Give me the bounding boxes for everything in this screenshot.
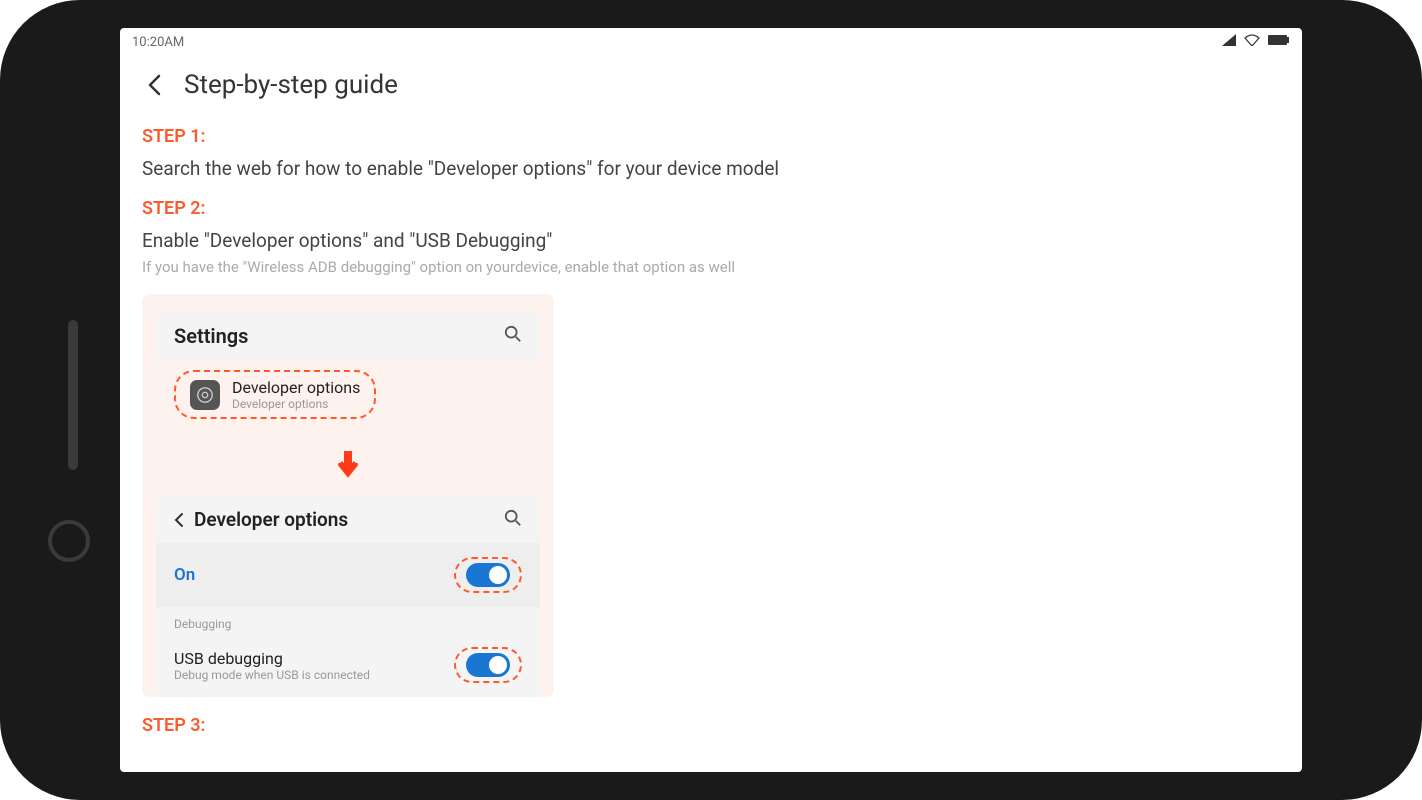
signal-icon bbox=[1222, 34, 1236, 50]
highlight-box bbox=[454, 647, 522, 683]
step2-illustration: Settings Developer options Dev bbox=[142, 294, 554, 697]
page-header: Step-by-step guide bbox=[120, 56, 1302, 118]
device-home-button bbox=[48, 520, 90, 562]
row-text: USB debugging Debug mode when USB is con… bbox=[174, 649, 370, 682]
usb-debugging-row: USB debugging Debug mode when USB is con… bbox=[156, 637, 540, 697]
wifi-icon bbox=[1244, 34, 1260, 50]
step1-label: STEP 1: bbox=[142, 126, 1280, 147]
step1-text: Search the web for how to enable "Develo… bbox=[142, 157, 1280, 180]
dev-options-panel: Developer options On Debugging bbox=[156, 496, 540, 697]
settings-header: Settings bbox=[156, 312, 540, 360]
step2-subtext: If you have the "Wireless ADB debugging"… bbox=[142, 258, 1280, 276]
battery-icon bbox=[1268, 34, 1290, 50]
search-icon bbox=[504, 325, 522, 347]
step2-text: Enable "Developer options" and "USB Debu… bbox=[142, 229, 1280, 252]
developer-options-row: Developer options Developer options bbox=[156, 360, 540, 429]
row-text: Developer options Developer options bbox=[232, 378, 360, 411]
toggle-switch bbox=[466, 563, 510, 587]
debugging-section-label: Debugging bbox=[156, 607, 540, 637]
chevron-left-icon bbox=[174, 512, 184, 528]
highlight-box: Developer options Developer options bbox=[174, 370, 376, 419]
dev-options-title-bar: Developer options bbox=[174, 508, 348, 531]
search-icon bbox=[504, 509, 522, 531]
chevron-left-icon bbox=[147, 74, 161, 96]
settings-panel: Settings Developer options Dev bbox=[156, 312, 540, 429]
gear-icon bbox=[190, 380, 220, 410]
dev-screen-title: Developer options bbox=[194, 508, 348, 531]
arrow-down-icon bbox=[142, 443, 554, 496]
content-area[interactable]: STEP 1: Search the web for how to enable… bbox=[120, 118, 1302, 772]
usb-debugging-title: USB debugging bbox=[174, 649, 370, 668]
device-screen: 10:20AM Step-by-step guide STEP 1: bbox=[120, 28, 1302, 772]
on-toggle-row: On bbox=[156, 543, 540, 607]
on-label: On bbox=[174, 565, 195, 585]
dev-options-subtitle: Developer options bbox=[232, 397, 360, 411]
dev-options-title: Developer options bbox=[232, 378, 360, 397]
status-icons bbox=[1222, 34, 1290, 50]
toggle-switch bbox=[466, 653, 510, 677]
usb-debugging-subtitle: Debug mode when USB is connected bbox=[174, 668, 370, 682]
highlight-box bbox=[454, 557, 522, 593]
step3-label: STEP 3: bbox=[142, 715, 1280, 736]
dev-options-header: Developer options bbox=[156, 496, 540, 543]
back-button[interactable] bbox=[142, 73, 166, 97]
tablet-frame: 10:20AM Step-by-step guide STEP 1: bbox=[0, 0, 1422, 800]
device-side-button bbox=[68, 320, 78, 470]
settings-title: Settings bbox=[174, 324, 248, 348]
status-bar: 10:20AM bbox=[120, 28, 1302, 56]
page-title: Step-by-step guide bbox=[184, 70, 398, 100]
status-time: 10:20AM bbox=[132, 35, 184, 50]
step2-label: STEP 2: bbox=[142, 198, 1280, 219]
